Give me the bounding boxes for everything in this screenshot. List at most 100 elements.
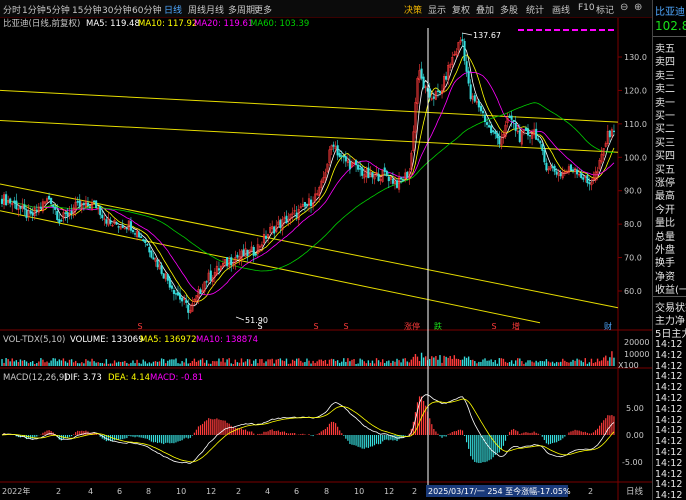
toolbar-button-2[interactable]: 复权 xyxy=(452,3,470,16)
candle-body xyxy=(246,249,249,257)
toolbar-button-7[interactable]: F10 xyxy=(578,3,595,13)
event-marker[interactable]: S xyxy=(343,322,348,331)
candle-body xyxy=(445,76,448,80)
candle-body xyxy=(344,156,347,162)
volume-bar xyxy=(238,362,241,366)
volume-bar xyxy=(173,359,175,366)
volume-bar xyxy=(568,362,570,366)
volume-bar xyxy=(533,362,535,366)
volume-bar xyxy=(111,363,114,366)
candle-body xyxy=(125,227,128,230)
volume-bar xyxy=(521,361,523,366)
volume-bar xyxy=(465,357,468,366)
event-marker[interactable]: 涨停 xyxy=(404,321,420,331)
time-axis-label: 2 xyxy=(56,487,61,496)
volume-bar xyxy=(379,362,382,366)
toolbar-button-1[interactable]: 显示 xyxy=(428,3,446,16)
event-marker[interactable]: S xyxy=(491,322,496,331)
candle-body xyxy=(492,130,495,133)
tab-timeframe-9[interactable]: 多周期 xyxy=(228,3,255,16)
toolbar-button-4[interactable]: 多股 xyxy=(500,3,518,16)
candle-body xyxy=(608,130,611,138)
event-marker[interactable]: S xyxy=(137,322,142,331)
tick-time: 14:12 xyxy=(655,447,683,458)
candle-body xyxy=(66,211,69,217)
tab-timeframe-2[interactable]: 5分钟 xyxy=(46,3,70,16)
tick-time: 14:12 xyxy=(655,479,683,491)
candle-body xyxy=(463,41,466,61)
volume-bar xyxy=(363,361,365,366)
volume-bar xyxy=(332,359,335,366)
volume-tick-10000: 10000 xyxy=(624,350,649,359)
candle-body xyxy=(58,219,61,224)
volume-bar xyxy=(541,361,544,366)
volume-bar xyxy=(539,360,541,366)
volume-bar xyxy=(551,361,554,366)
event-marker[interactable]: 增 xyxy=(512,321,520,331)
volume-bar xyxy=(424,356,427,366)
tab-timeframe-10[interactable]: 更多 xyxy=(254,3,272,16)
toolbar-button-6[interactable]: 画线 xyxy=(552,3,570,16)
candle-body xyxy=(490,125,493,134)
zoom-in-icon[interactable]: ⊕ xyxy=(634,2,642,13)
event-marker[interactable]: S xyxy=(313,322,318,331)
candle-body xyxy=(586,175,589,184)
candle-body xyxy=(338,153,341,158)
volume-bar xyxy=(46,361,48,366)
volume-bar xyxy=(220,361,222,366)
volume-bar xyxy=(54,358,56,366)
zoom-out-icon[interactable]: ⊖ xyxy=(620,2,628,13)
volume-bar xyxy=(609,357,611,366)
volume-bar xyxy=(115,362,118,366)
stock-name[interactable]: 比亚迪 xyxy=(655,3,685,18)
volume-bar xyxy=(107,363,110,366)
tab-timeframe-5[interactable]: 60分钟 xyxy=(132,3,161,16)
tab-timeframe-7[interactable]: 周线 xyxy=(188,3,206,16)
volume-bar xyxy=(230,363,232,366)
volume-bar xyxy=(19,359,22,366)
candle-body xyxy=(357,164,360,170)
tick-time: 14:12 xyxy=(655,349,683,361)
candle-body xyxy=(144,239,147,243)
tab-timeframe-8[interactable]: 月线 xyxy=(206,3,224,16)
price-tick-label: 90.0 xyxy=(624,187,642,196)
candle-body xyxy=(355,160,358,166)
volume-bar xyxy=(504,361,507,366)
volume-bar xyxy=(267,359,269,366)
kline-chart[interactable]: S S S S 涨停跌 S 增财 比亚迪(日线,前复权) MA5: 119.48 MA10:… xyxy=(0,18,652,500)
price-tick-label: 80.0 xyxy=(624,220,642,229)
volume-bar xyxy=(128,363,130,366)
volume-bar xyxy=(205,360,208,366)
volume-bar xyxy=(66,362,69,366)
volume-bar xyxy=(23,360,26,366)
event-marker[interactable]: 跌 xyxy=(434,321,442,331)
candle-body xyxy=(400,177,403,180)
volume-bar xyxy=(240,358,243,366)
tab-timeframe-6[interactable]: 日线 xyxy=(164,3,182,16)
tab-timeframe-1[interactable]: 1分钟 xyxy=(22,3,46,16)
volume-bar xyxy=(302,362,304,366)
volume-bar xyxy=(21,360,24,366)
toolbar-button-8[interactable]: 标记 xyxy=(596,3,614,16)
sidebar-divider xyxy=(653,296,686,297)
candle-body xyxy=(168,278,171,288)
tab-timeframe-4[interactable]: 30分钟 xyxy=(102,3,131,16)
volume-bar xyxy=(177,363,179,366)
volume-bar xyxy=(257,363,259,366)
candle-body xyxy=(172,290,175,294)
event-marker[interactable]: 财 xyxy=(604,321,612,331)
volume-bar xyxy=(365,363,368,366)
candle-body xyxy=(359,168,362,170)
candle-body xyxy=(395,180,399,188)
toolbar-button-0[interactable]: 决策 xyxy=(404,3,422,16)
volume-bar xyxy=(222,358,224,366)
volume-bar xyxy=(140,363,142,366)
volume-bar xyxy=(375,358,378,366)
toolbar-button-5[interactable]: 统计 xyxy=(526,3,544,16)
toolbar-button-3[interactable]: 叠加 xyxy=(476,3,494,16)
volume-bar xyxy=(308,360,310,366)
candle-body xyxy=(436,90,439,92)
candle-body xyxy=(209,270,212,281)
tab-timeframe-0[interactable]: 分时 xyxy=(3,3,21,16)
tab-timeframe-3[interactable]: 15分钟 xyxy=(72,3,101,16)
